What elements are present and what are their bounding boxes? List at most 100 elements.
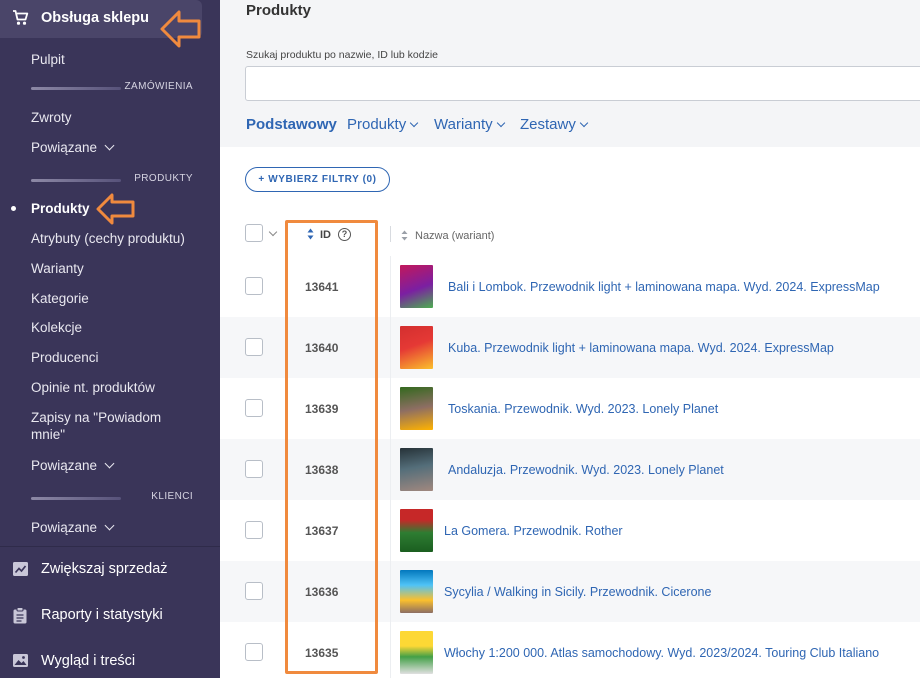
product-id: 13641 [305, 280, 339, 294]
sidebar-section-wyglad[interactable]: Wygląd i treści [0, 641, 220, 678]
row-checkbox[interactable] [245, 643, 263, 661]
table-row[interactable]: 13635 Włochy 1:200 000. Atlas samochodow… [220, 622, 920, 678]
row-checkbox[interactable] [245, 521, 263, 539]
chevron-down-icon [496, 118, 505, 128]
product-thumbnail[interactable] [400, 387, 433, 430]
sidebar-item-atrybuty[interactable]: Atrybuty (cechy produktu) [31, 231, 185, 246]
sidebar-title: Obsługa sklepu [41, 10, 149, 26]
choose-filters-button[interactable]: + WYBIERZ FILTRY (0) [245, 167, 390, 192]
sidebar-item-powiazane-klienci[interactable]: Powiązane [31, 520, 115, 535]
row-checkbox[interactable] [245, 460, 263, 478]
chevron-down-icon [104, 140, 115, 151]
tab-produkty[interactable]: Produkty [347, 116, 419, 133]
chevron-down-icon [409, 118, 419, 128]
product-thumbnail[interactable] [400, 448, 433, 491]
chevron-down-icon [104, 520, 115, 531]
column-divider [390, 622, 391, 678]
search-label: Szukaj produktu po nazwie, ID lub kodzie [246, 49, 439, 61]
annotation-arrow-icon [160, 10, 201, 48]
sidebar-item-warianty[interactable]: Warianty [31, 261, 84, 276]
table-row[interactable]: 13641 Bali i Lombok. Przewodnik light + … [220, 256, 920, 317]
table-row[interactable]: 13637 La Gomera. Przewodnik. Rother [220, 500, 920, 561]
sidebar-item-label: Powiązane [31, 140, 98, 155]
sidebar-item-powiazane-zamowienia[interactable]: Powiązane [31, 140, 115, 155]
product-name-link[interactable]: Kuba. Przewodnik light + laminowana mapa… [448, 341, 834, 355]
sidebar-item-zwroty[interactable]: Zwroty [31, 110, 72, 125]
tab-podstawowy[interactable]: Podstawowy [246, 116, 337, 133]
sidebar-item-powiazane-produkty[interactable]: Powiązane [31, 458, 115, 473]
tab-zestawy[interactable]: Zestawy [520, 116, 589, 133]
sidebar-item-pulpit[interactable]: Pulpit [31, 52, 65, 67]
product-name-link[interactable]: Andaluzja. Przewodnik. Wyd. 2023. Lonely… [448, 463, 724, 477]
row-checkbox[interactable] [245, 399, 263, 417]
product-name-link[interactable]: Sycylia / Walking in Sicily. Przewodnik.… [444, 585, 711, 599]
chart-line-icon [12, 561, 29, 582]
sidebar: Obsługa sklepu Pulpit ZAMÓWIENIA Zwroty … [0, 0, 220, 678]
table-row[interactable]: 13639 Toskania. Przewodnik. Wyd. 2023. L… [220, 378, 920, 439]
product-id: 13638 [305, 463, 339, 477]
select-all-checkbox[interactable] [245, 224, 263, 242]
tab-warianty[interactable]: Warianty [434, 116, 505, 133]
product-id: 13639 [305, 402, 339, 416]
column-header-id[interactable]: ID [320, 229, 331, 241]
product-id: 13637 [305, 524, 339, 538]
table-row[interactable]: 13640 Kuba. Przewodnik light + laminowan… [220, 317, 920, 378]
tab-label: Produkty [347, 116, 407, 133]
product-thumbnail[interactable] [400, 631, 433, 674]
product-thumbnail[interactable] [400, 265, 433, 308]
sidebar-item-opinie[interactable]: Opinie nt. produktów [31, 380, 155, 395]
annotation-arrow-icon [96, 193, 135, 225]
sidebar-item-kolekcje[interactable]: Kolekcje [31, 320, 82, 335]
sidebar-section-produkty: PRODUKTY [31, 173, 193, 187]
row-checkbox[interactable] [245, 277, 263, 295]
sidebar-section-klienci: KLIENCI [31, 491, 193, 505]
active-indicator-dot [11, 206, 16, 211]
column-divider [390, 500, 391, 561]
column-divider [390, 256, 391, 317]
column-divider [286, 226, 287, 242]
product-name-link[interactable]: Toskania. Przewodnik. Wyd. 2023. Lonely … [448, 402, 718, 416]
sidebar-section-label: Raporty i statystyki [41, 607, 163, 623]
product-name-link[interactable]: Włochy 1:200 000. Atlas samochodowy. Wyd… [444, 646, 879, 660]
column-header-name[interactable]: Nazwa (wariant) [415, 230, 494, 242]
chevron-down-icon [104, 458, 115, 469]
sidebar-item-produkty[interactable]: Produkty [31, 201, 90, 216]
sidebar-item-label: Powiązane [31, 458, 98, 473]
row-checkbox[interactable] [245, 338, 263, 356]
sidebar-item-kategorie[interactable]: Kategorie [31, 291, 89, 306]
sidebar-section-label: Wygląd i treści [41, 653, 136, 669]
row-checkbox[interactable] [245, 582, 263, 600]
sidebar-section-raporty[interactable]: Raporty i statystyki [0, 595, 220, 639]
product-thumbnail[interactable] [400, 326, 433, 369]
product-name-link[interactable]: La Gomera. Przewodnik. Rother [444, 524, 623, 538]
sidebar-section-zwiekszaj-sprzedaz[interactable]: Zwiększaj sprzedaż [0, 549, 220, 593]
sort-icon[interactable] [401, 230, 408, 241]
help-icon[interactable]: ? [338, 228, 351, 241]
sidebar-section-zamowienia: ZAMÓWIENIA [31, 81, 193, 95]
table-row[interactable]: 13638 Andaluzja. Przewodnik. Wyd. 2023. … [220, 439, 920, 500]
sort-icon[interactable] [307, 228, 314, 240]
sidebar-section-label: Zwiększaj sprzedaż [41, 561, 168, 577]
tab-label: Zestawy [520, 116, 576, 133]
sidebar-item-zapisy-powiadom[interactable]: Zapisy na "Powiadom mnie" [31, 409, 181, 443]
sidebar-item-label: Powiązane [31, 520, 98, 535]
product-id: 13640 [305, 341, 339, 355]
column-divider [390, 439, 391, 500]
sidebar-divider [0, 546, 220, 547]
main-content: Produkty Szukaj produktu po nazwie, ID l… [220, 0, 920, 678]
page-title: Produkty [246, 2, 312, 19]
column-divider [390, 378, 391, 439]
table-row[interactable]: 13636 Sycylia / Walking in Sicily. Przew… [220, 561, 920, 622]
clipboard-icon [12, 607, 28, 629]
image-icon [12, 653, 29, 673]
chevron-down-icon [579, 118, 589, 128]
search-input[interactable] [245, 66, 920, 101]
column-divider [390, 317, 391, 378]
column-divider [390, 226, 391, 242]
product-name-link[interactable]: Bali i Lombok. Przewodnik light + lamino… [448, 280, 880, 294]
tab-label: Warianty [434, 116, 493, 133]
product-thumbnail[interactable] [400, 509, 433, 552]
sidebar-item-producenci[interactable]: Producenci [31, 350, 99, 365]
column-divider [390, 561, 391, 622]
product-thumbnail[interactable] [400, 570, 433, 613]
